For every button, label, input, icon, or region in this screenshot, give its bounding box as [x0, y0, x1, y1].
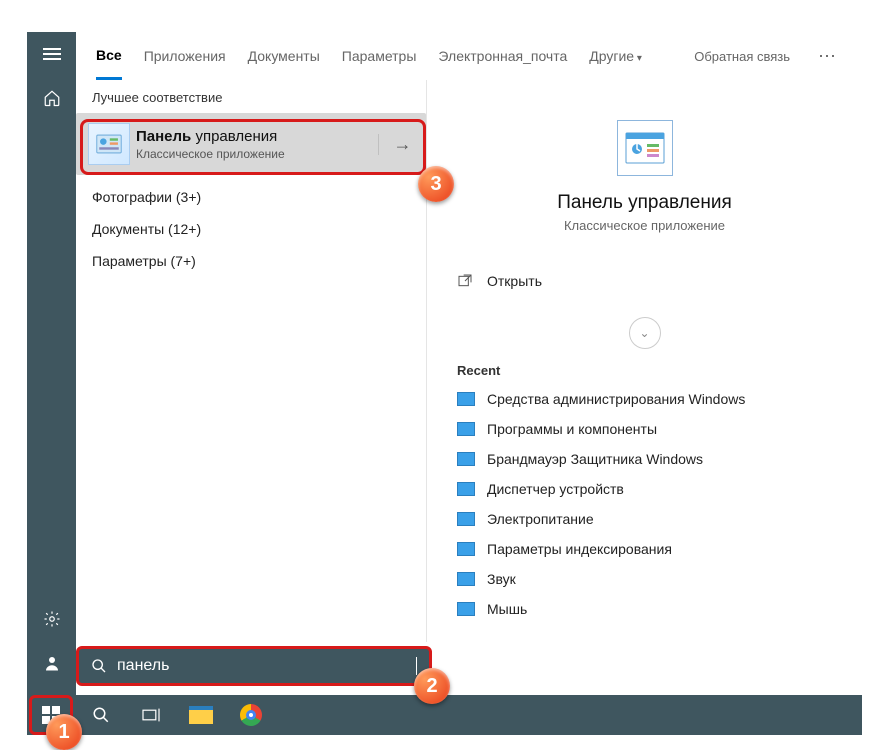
taskbar [27, 695, 862, 735]
recent-header: Recent [427, 357, 862, 384]
annotation-badge-3: 3 [418, 166, 454, 202]
chrome-icon [240, 704, 262, 726]
tab-apps[interactable]: Приложения [144, 34, 226, 78]
best-match-subtitle: Классическое приложение [136, 147, 378, 161]
best-match-title: Панель управления [136, 128, 378, 145]
task-view-button[interactable] [129, 695, 173, 735]
app-icon [457, 542, 475, 556]
chrome-button[interactable] [229, 695, 273, 735]
folder-icon [189, 706, 213, 724]
feedback-link[interactable]: Обратная связь [694, 49, 790, 64]
app-icon [457, 422, 475, 436]
tab-email[interactable]: Электронная_почта [438, 34, 567, 78]
recent-item[interactable]: Мышь [427, 594, 862, 624]
start-sidebar [27, 32, 76, 695]
open-action[interactable]: Открыть [457, 263, 832, 299]
annotation-badge-1: 1 [46, 714, 82, 750]
app-icon [457, 452, 475, 466]
best-match-header: Лучшее соответствие [76, 80, 426, 113]
detail-pane: Панель управления Классическое приложени… [426, 80, 862, 642]
app-icon [457, 392, 475, 406]
category-photos[interactable]: Фотографии (3+) [76, 181, 426, 213]
menu-button[interactable] [27, 32, 76, 76]
annotation-badge-2: 2 [414, 668, 450, 704]
category-settings[interactable]: Параметры (7+) [76, 245, 426, 277]
best-match-item[interactable]: Панель управления Классическое приложени… [76, 113, 426, 175]
search-icon [91, 658, 107, 674]
expand-arrow-button[interactable]: → [378, 134, 426, 155]
control-panel-large-icon [617, 120, 673, 176]
recent-item[interactable]: Средства администрирования Windows [427, 384, 862, 414]
recent-item[interactable]: Звук [427, 564, 862, 594]
settings-button[interactable] [27, 597, 76, 641]
app-icon [457, 572, 475, 586]
recent-item[interactable]: Диспетчер устройств [427, 474, 862, 504]
filter-tabs: Все Приложения Документы Параметры Элект… [76, 32, 862, 80]
app-icon [457, 512, 475, 526]
expand-chevron-button[interactable]: ⌄ [629, 317, 661, 349]
tab-documents[interactable]: Документы [248, 34, 320, 78]
detail-subtitle: Классическое приложение [447, 218, 842, 233]
recent-item[interactable]: Программы и компоненты [427, 414, 862, 444]
tab-more[interactable]: Другие [589, 34, 642, 78]
detail-title: Панель управления [447, 192, 842, 214]
taskbar-search-button[interactable] [79, 695, 123, 735]
home-button[interactable] [27, 76, 76, 120]
recent-item[interactable]: Параметры индексирования [427, 534, 862, 564]
recent-item[interactable]: Брандмауэр Защитника Windows [427, 444, 862, 474]
search-box[interactable] [76, 646, 432, 686]
app-icon [457, 602, 475, 616]
account-button[interactable] [27, 641, 76, 685]
category-documents[interactable]: Документы (12+) [76, 213, 426, 245]
search-panel: Все Приложения Документы Параметры Элект… [76, 32, 862, 642]
more-options-button[interactable]: ⋯ [812, 46, 842, 67]
recent-item[interactable]: Электропитание [427, 504, 862, 534]
tab-all[interactable]: Все [96, 33, 122, 80]
search-input[interactable] [117, 657, 416, 675]
file-explorer-button[interactable] [179, 695, 223, 735]
control-panel-icon [88, 123, 130, 165]
app-icon [457, 482, 475, 496]
tab-settings[interactable]: Параметры [342, 34, 417, 78]
results-list: Лучшее соответствие Панель управления Кл… [76, 80, 426, 642]
